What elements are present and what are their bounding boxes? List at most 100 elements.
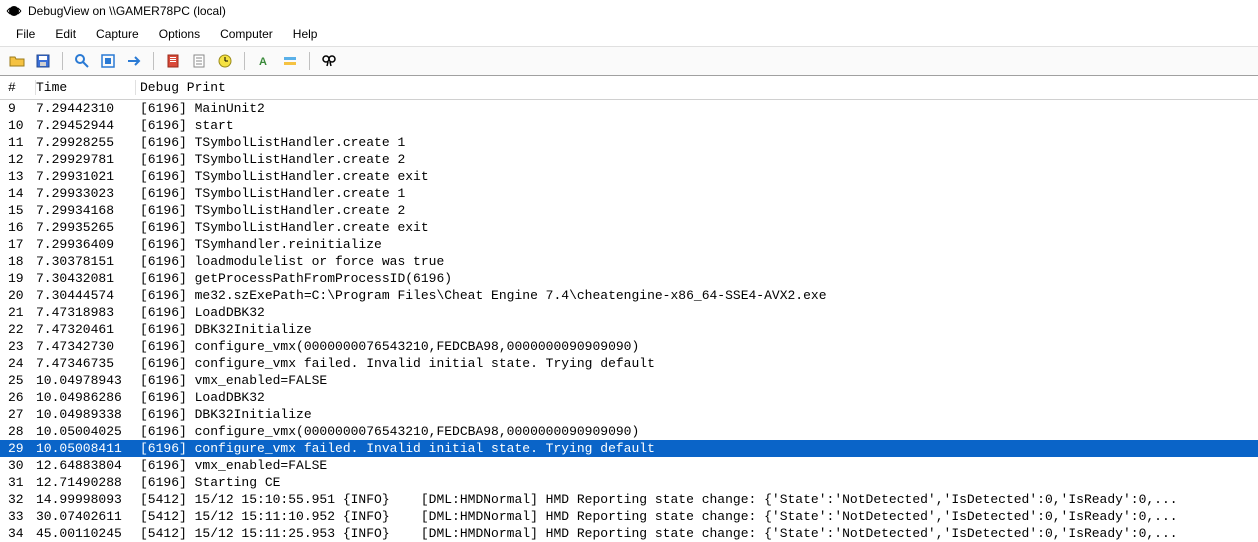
row-num: 31 (0, 474, 36, 491)
log-list[interactable]: 97.29442310[6196] MainUnit2107.29452944[… (0, 100, 1258, 542)
log-row[interactable]: 3012.64883804[6196] vmx_enabled=FALSE (0, 457, 1258, 474)
row-print: [6196] TSymbolListHandler.create 2 (136, 202, 1258, 219)
menu-computer[interactable]: Computer (210, 24, 283, 44)
save-icon[interactable] (32, 50, 54, 72)
row-time: 12.64883804 (36, 457, 136, 474)
clear-icon[interactable] (188, 50, 210, 72)
row-num: 17 (0, 236, 36, 253)
menu-bar: File Edit Capture Options Computer Help (0, 22, 1258, 46)
row-num: 33 (0, 508, 36, 525)
menu-help[interactable]: Help (283, 24, 328, 44)
row-print: [6196] me32.szExePath=C:\Program Files\C… (136, 287, 1258, 304)
row-time: 45.00110245 (36, 525, 136, 542)
row-time: 7.29933023 (36, 185, 136, 202)
log-row[interactable]: 3112.71490288[6196] Starting CE (0, 474, 1258, 491)
col-time[interactable]: Time (36, 80, 136, 95)
menu-capture[interactable]: Capture (86, 24, 149, 44)
log-row[interactable]: 3214.99998093[5412] 15/12 15:10:55.951 {… (0, 491, 1258, 508)
log-row[interactable]: 117.29928255[6196] TSymbolListHandler.cr… (0, 134, 1258, 151)
menu-file[interactable]: File (6, 24, 45, 44)
col-print[interactable]: Debug Print (136, 80, 1258, 95)
log-row[interactable]: 127.29929781[6196] TSymbolListHandler.cr… (0, 151, 1258, 168)
svg-text:A: A (259, 56, 267, 68)
row-num: 32 (0, 491, 36, 508)
log-row[interactable]: 157.29934168[6196] TSymbolListHandler.cr… (0, 202, 1258, 219)
row-num: 29 (0, 440, 36, 457)
toolbar-separator (153, 52, 154, 70)
row-print: [6196] TSymbolListHandler.create 1 (136, 134, 1258, 151)
font-icon[interactable]: A (253, 50, 275, 72)
capture-icon[interactable] (71, 50, 93, 72)
row-time: 7.30378151 (36, 253, 136, 270)
row-print: [6196] Starting CE (136, 474, 1258, 491)
row-time: 10.05004025 (36, 423, 136, 440)
row-time: 10.04989338 (36, 406, 136, 423)
log-row[interactable]: 2510.04978943[6196] vmx_enabled=FALSE (0, 372, 1258, 389)
log-row[interactable]: 217.47318983[6196] LoadDBK32 (0, 304, 1258, 321)
row-print: [6196] configure_vmx failed. Invalid ini… (136, 355, 1258, 372)
log-row[interactable]: 167.29935265[6196] TSymbolListHandler.cr… (0, 219, 1258, 236)
row-num: 11 (0, 134, 36, 151)
log-row[interactable]: 177.29936409[6196] TSymhandler.reinitial… (0, 236, 1258, 253)
row-print: [6196] vmx_enabled=FALSE (136, 457, 1258, 474)
log-row[interactable]: 3445.00110245[5412] 15/12 15:11:25.953 {… (0, 525, 1258, 542)
row-num: 28 (0, 423, 36, 440)
time-format-icon[interactable] (214, 50, 236, 72)
app-icon (6, 3, 22, 19)
row-num: 22 (0, 321, 36, 338)
log-row[interactable]: 2810.05004025[6196] configure_vmx(000000… (0, 423, 1258, 440)
log-row[interactable]: 137.29931021[6196] TSymbolListHandler.cr… (0, 168, 1258, 185)
row-time: 10.04986286 (36, 389, 136, 406)
log-row[interactable]: 2610.04986286[6196] LoadDBK32 (0, 389, 1258, 406)
title-bar: DebugView on \\GAMER78PC (local) (0, 0, 1258, 22)
list-header: # Time Debug Print (0, 76, 1258, 100)
open-icon[interactable] (6, 50, 28, 72)
log-row[interactable]: 227.47320461[6196] DBK32Initialize (0, 321, 1258, 338)
row-num: 16 (0, 219, 36, 236)
row-num: 15 (0, 202, 36, 219)
row-print: [6196] configure_vmx(0000000076543210,FE… (136, 338, 1258, 355)
row-num: 10 (0, 117, 36, 134)
row-time: 7.29935265 (36, 219, 136, 236)
menu-edit[interactable]: Edit (45, 24, 86, 44)
capture-kernel-icon[interactable] (97, 50, 119, 72)
row-print: [6196] loadmodulelist or force was true (136, 253, 1258, 270)
menu-options[interactable]: Options (149, 24, 210, 44)
row-print: [6196] LoadDBK32 (136, 389, 1258, 406)
log-row[interactable]: 247.47346735[6196] configure_vmx failed.… (0, 355, 1258, 372)
row-print: [6196] configure_vmx failed. Invalid ini… (136, 440, 1258, 457)
row-time: 7.29928255 (36, 134, 136, 151)
passthrough-icon[interactable] (123, 50, 145, 72)
log-row[interactable]: 207.30444574[6196] me32.szExePath=C:\Pro… (0, 287, 1258, 304)
log-row[interactable]: 187.30378151[6196] loadmodulelist or for… (0, 253, 1258, 270)
row-num: 12 (0, 151, 36, 168)
log-row[interactable]: 197.30432081[6196] getProcessPathFromPro… (0, 270, 1258, 287)
log-row[interactable]: 2710.04989338[6196] DBK32Initialize (0, 406, 1258, 423)
row-time: 7.29452944 (36, 117, 136, 134)
row-num: 9 (0, 100, 36, 117)
autoscroll-icon[interactable] (162, 50, 184, 72)
row-time: 7.30432081 (36, 270, 136, 287)
row-num: 21 (0, 304, 36, 321)
log-row[interactable]: 237.47342730[6196] configure_vmx(0000000… (0, 338, 1258, 355)
row-num: 25 (0, 372, 36, 389)
row-print: [6196] vmx_enabled=FALSE (136, 372, 1258, 389)
highlight-icon[interactable] (279, 50, 301, 72)
row-print: [6196] MainUnit2 (136, 100, 1258, 117)
find-icon[interactable] (318, 50, 340, 72)
row-time: 30.07402611 (36, 508, 136, 525)
log-row[interactable]: 147.29933023[6196] TSymbolListHandler.cr… (0, 185, 1258, 202)
window-title: DebugView on \\GAMER78PC (local) (28, 4, 226, 18)
log-row[interactable]: 107.29452944[6196] start (0, 117, 1258, 134)
col-num[interactable]: # (0, 80, 36, 95)
row-print: [6196] LoadDBK32 (136, 304, 1258, 321)
row-print: [6196] getProcessPathFromProcessID(6196) (136, 270, 1258, 287)
row-time: 10.05008411 (36, 440, 136, 457)
log-row[interactable]: 97.29442310[6196] MainUnit2 (0, 100, 1258, 117)
row-print: [6196] DBK32Initialize (136, 406, 1258, 423)
row-num: 30 (0, 457, 36, 474)
log-row[interactable]: 3330.07402611[5412] 15/12 15:11:10.952 {… (0, 508, 1258, 525)
log-row[interactable]: 2910.05008411[6196] configure_vmx failed… (0, 440, 1258, 457)
row-time: 10.04978943 (36, 372, 136, 389)
row-print: [6196] TSymhandler.reinitialize (136, 236, 1258, 253)
